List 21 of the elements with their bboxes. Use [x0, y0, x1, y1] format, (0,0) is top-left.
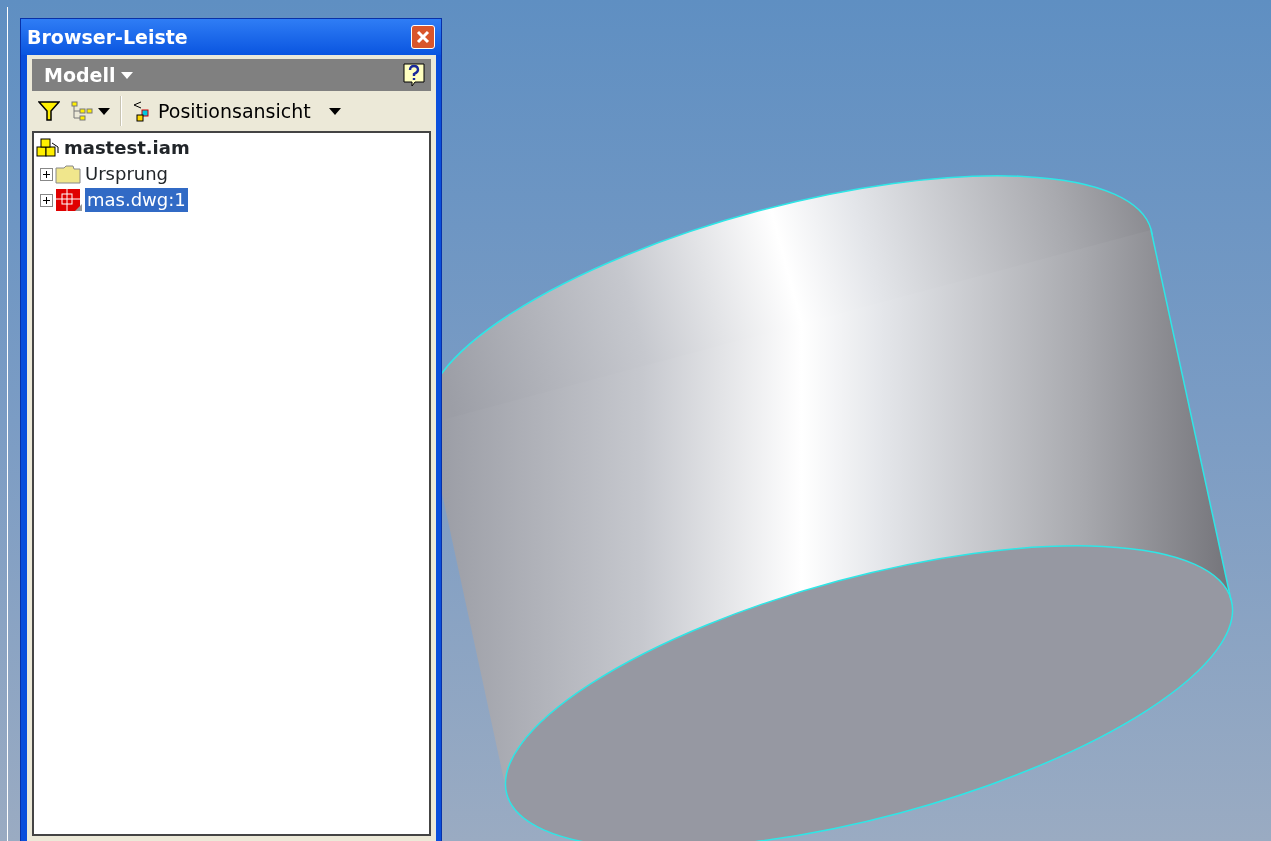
- filter-icon: [38, 101, 60, 121]
- tree-structure-icon: [70, 100, 94, 122]
- help-icon[interactable]: [403, 63, 425, 87]
- expand-toggle[interactable]: [40, 193, 53, 207]
- drawing-part-icon: [55, 188, 83, 212]
- tree-item[interactable]: mastest.iam: [62, 136, 192, 160]
- caret-icon: [121, 71, 134, 79]
- tree-view-button[interactable]: [70, 100, 110, 122]
- caret-icon: [98, 107, 110, 115]
- expand-toggle[interactable]: [40, 167, 53, 181]
- close-button[interactable]: [411, 25, 435, 49]
- close-icon: [416, 30, 430, 44]
- tree-item[interactable]: mas.dwg:1: [85, 188, 188, 212]
- view-dropdown[interactable]: Positionsansicht: [132, 96, 341, 126]
- model-dropdown[interactable]: Modell: [44, 60, 134, 90]
- panel-title: Browser-Leiste: [27, 24, 188, 50]
- filter-button[interactable]: [38, 101, 60, 121]
- folder-icon: [55, 164, 81, 184]
- caret-icon: [328, 107, 341, 115]
- tree-item[interactable]: Ursprung: [83, 162, 171, 186]
- assembly-icon: [36, 137, 60, 159]
